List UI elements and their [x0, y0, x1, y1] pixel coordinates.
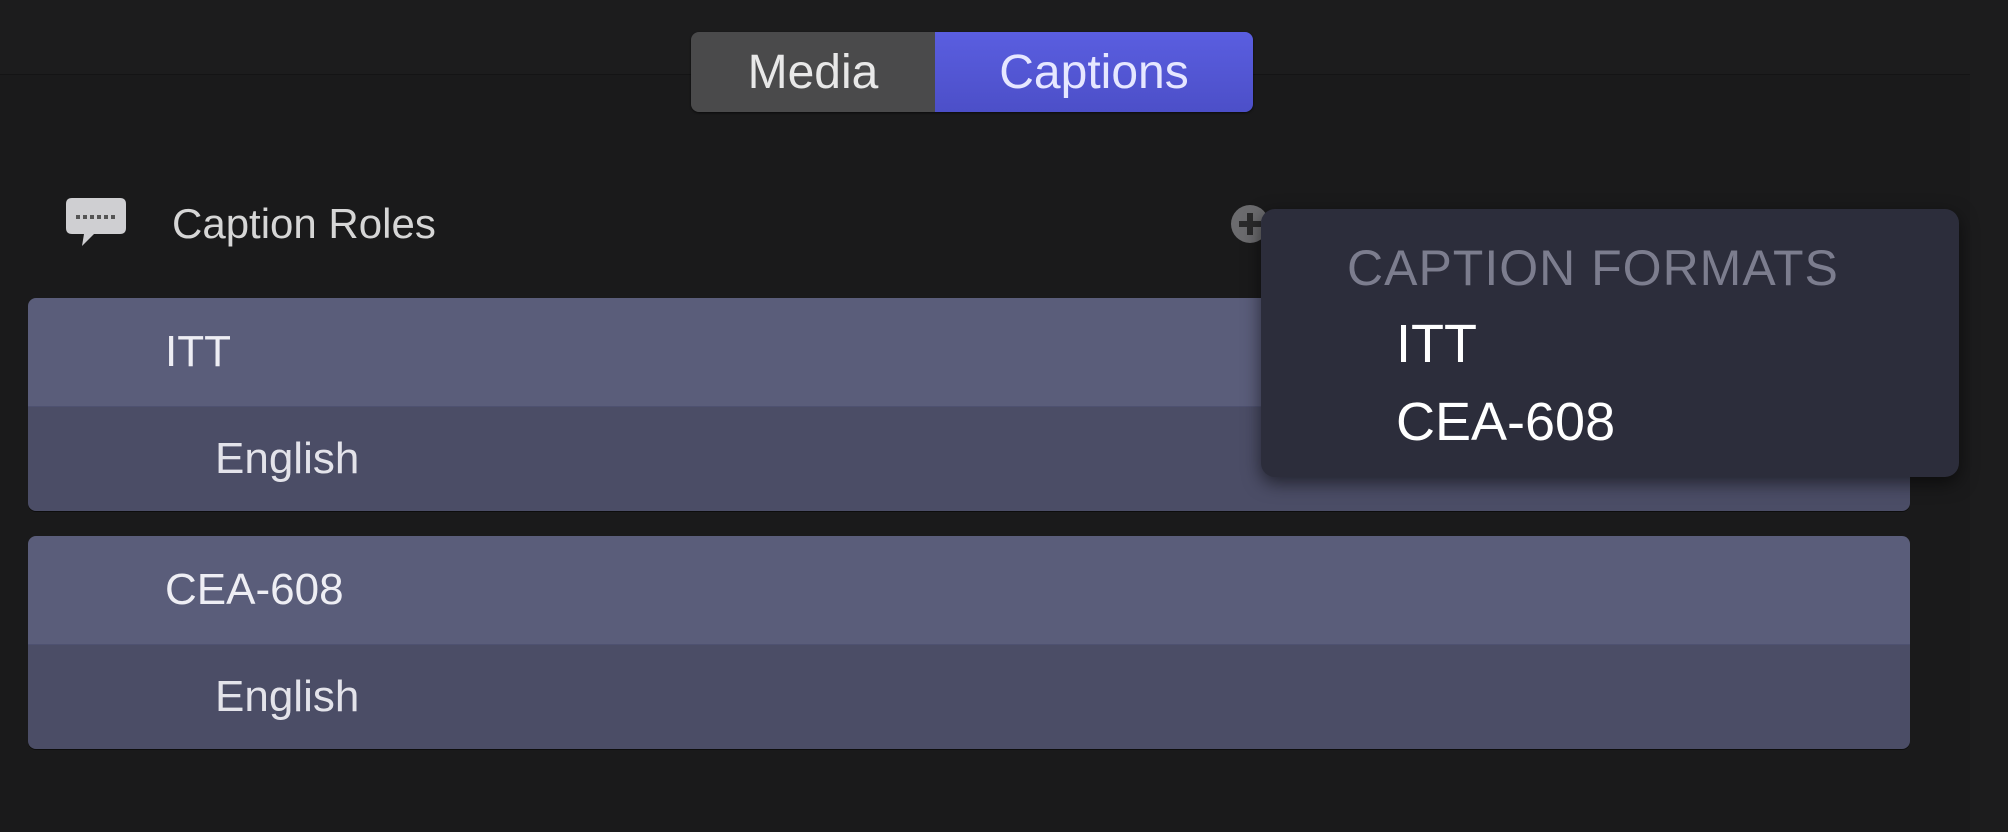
format-option-cea-608[interactable]: CEA-608 [1396, 391, 1615, 453]
tab-captions[interactable]: Captions [935, 32, 1253, 112]
caption-roles-window: Media Captions Caption Roles ITT English… [0, 0, 2008, 832]
caption-roles-header: Caption Roles [64, 192, 436, 256]
media-captions-segmented-control: Media Captions [691, 32, 1253, 112]
caption-roles-title: Caption Roles [172, 200, 436, 247]
caption-formats-popover: CAPTION FORMATS ITT CEA-608 [1261, 209, 1959, 477]
caption-role-group-cea-608: CEA-608 English [28, 536, 1910, 749]
role-row-cea-608[interactable]: CEA-608 [28, 536, 1910, 645]
format-option-itt[interactable]: ITT [1396, 313, 1477, 375]
speech-bubble-icon [66, 198, 126, 246]
caption-formats-title: CAPTION FORMATS [1347, 240, 1839, 296]
tab-media[interactable]: Media [691, 32, 935, 112]
subrole-row-english[interactable]: English [28, 645, 1910, 749]
